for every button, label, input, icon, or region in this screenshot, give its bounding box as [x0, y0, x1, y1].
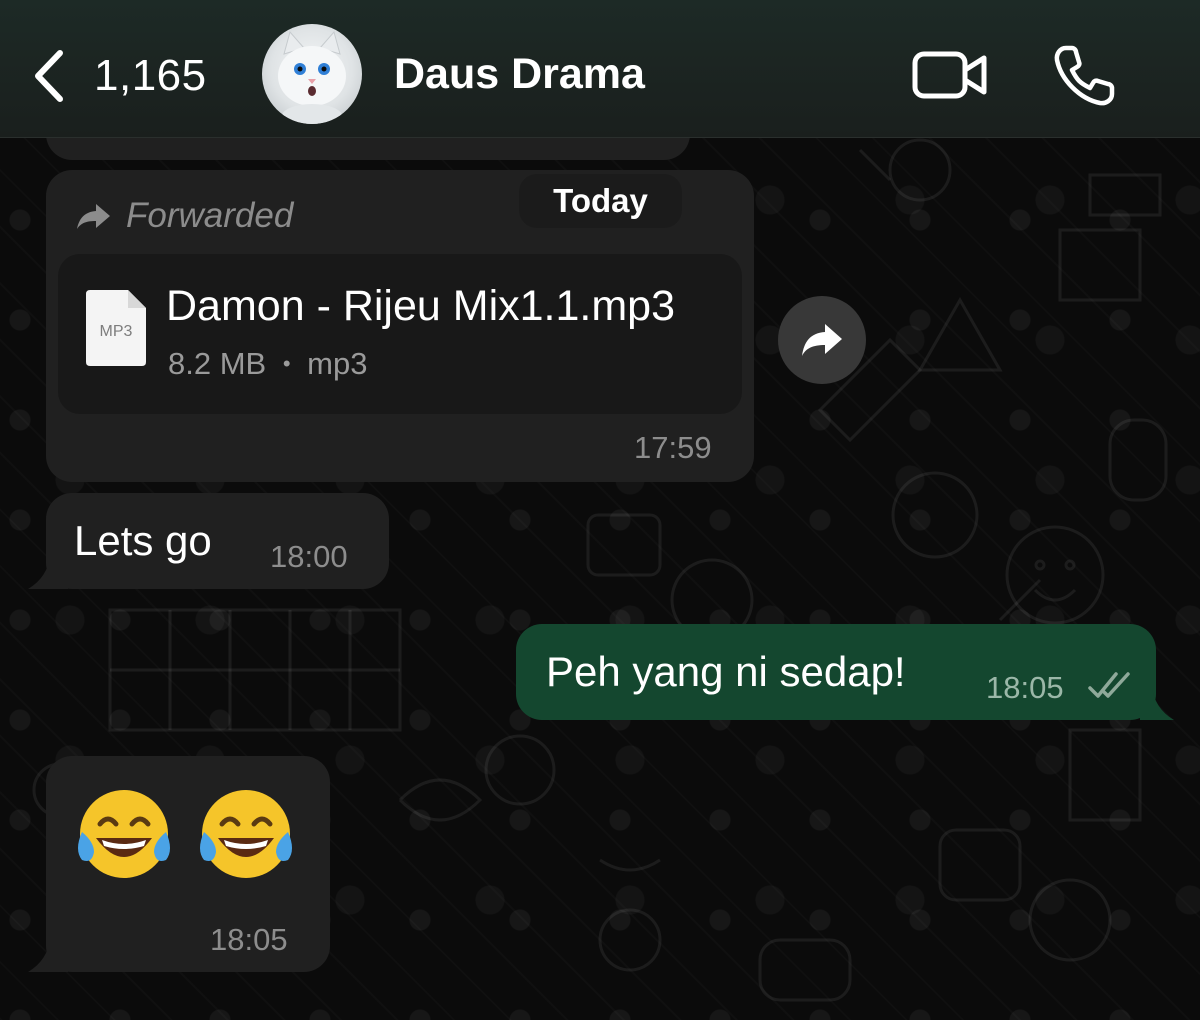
forwarded-indicator: Forwarded — [76, 196, 293, 236]
double-check-read-icon — [1088, 672, 1130, 698]
message-text: Peh yang ni sedap! — [546, 648, 906, 695]
outgoing-text-message[interactable]: Peh yang ni sedap! 18:05 — [516, 624, 1156, 720]
video-call-button[interactable] — [912, 48, 988, 104]
file-attachment[interactable]: MP3 Damon - Rijeu Mix1.1.mp3 8.2 MB • mp… — [58, 254, 742, 414]
file-extension: mp3 — [307, 346, 368, 381]
message-time: 17:59 — [634, 430, 712, 465]
video-camera-icon — [912, 51, 987, 99]
contact-name[interactable]: Daus Drama — [394, 50, 645, 99]
cat-avatar-image — [278, 30, 346, 124]
document-icon: MP3 — [86, 290, 146, 366]
tears-of-joy-emoji-icon — [200, 790, 292, 878]
chat-header: 1,165 Daus Drama — [0, 0, 1200, 138]
file-size: 8.2 MB — [168, 346, 267, 381]
forward-arrow-icon — [77, 204, 110, 229]
incoming-emoji-message[interactable]: 18:05 — [46, 756, 330, 972]
file-name: Damon - Rijeu Mix1.1.mp3 — [166, 282, 676, 330]
voice-call-button[interactable] — [1052, 44, 1116, 108]
file-meta: 8.2 MB • mp3 — [168, 346, 367, 382]
phone-icon — [1054, 45, 1115, 106]
share-arrow-icon — [802, 324, 842, 356]
bubble-tail — [28, 938, 68, 972]
meta-separator: • — [282, 351, 291, 376]
date-separator: Today — [519, 174, 682, 228]
bubble-tail — [28, 555, 68, 589]
message-time: 18:05 — [986, 670, 1064, 705]
message-time: 18:00 — [270, 539, 348, 574]
forwarded-label: Forwarded — [126, 196, 294, 235]
message-text: Lets go — [74, 517, 212, 564]
incoming-text-message[interactable]: Lets go 18:00 — [46, 493, 389, 589]
back-button[interactable]: 1,165 — [30, 44, 230, 108]
forward-message-button[interactable] — [778, 296, 866, 384]
tears-of-joy-emoji-icon — [78, 790, 170, 878]
file-type-badge: MP3 — [100, 323, 133, 340]
unread-count: 1,165 — [94, 51, 207, 100]
avatar[interactable] — [262, 24, 362, 124]
chevron-left-icon — [35, 50, 63, 102]
bubble-tail — [1140, 686, 1174, 720]
message-time: 18:05 — [210, 922, 288, 957]
